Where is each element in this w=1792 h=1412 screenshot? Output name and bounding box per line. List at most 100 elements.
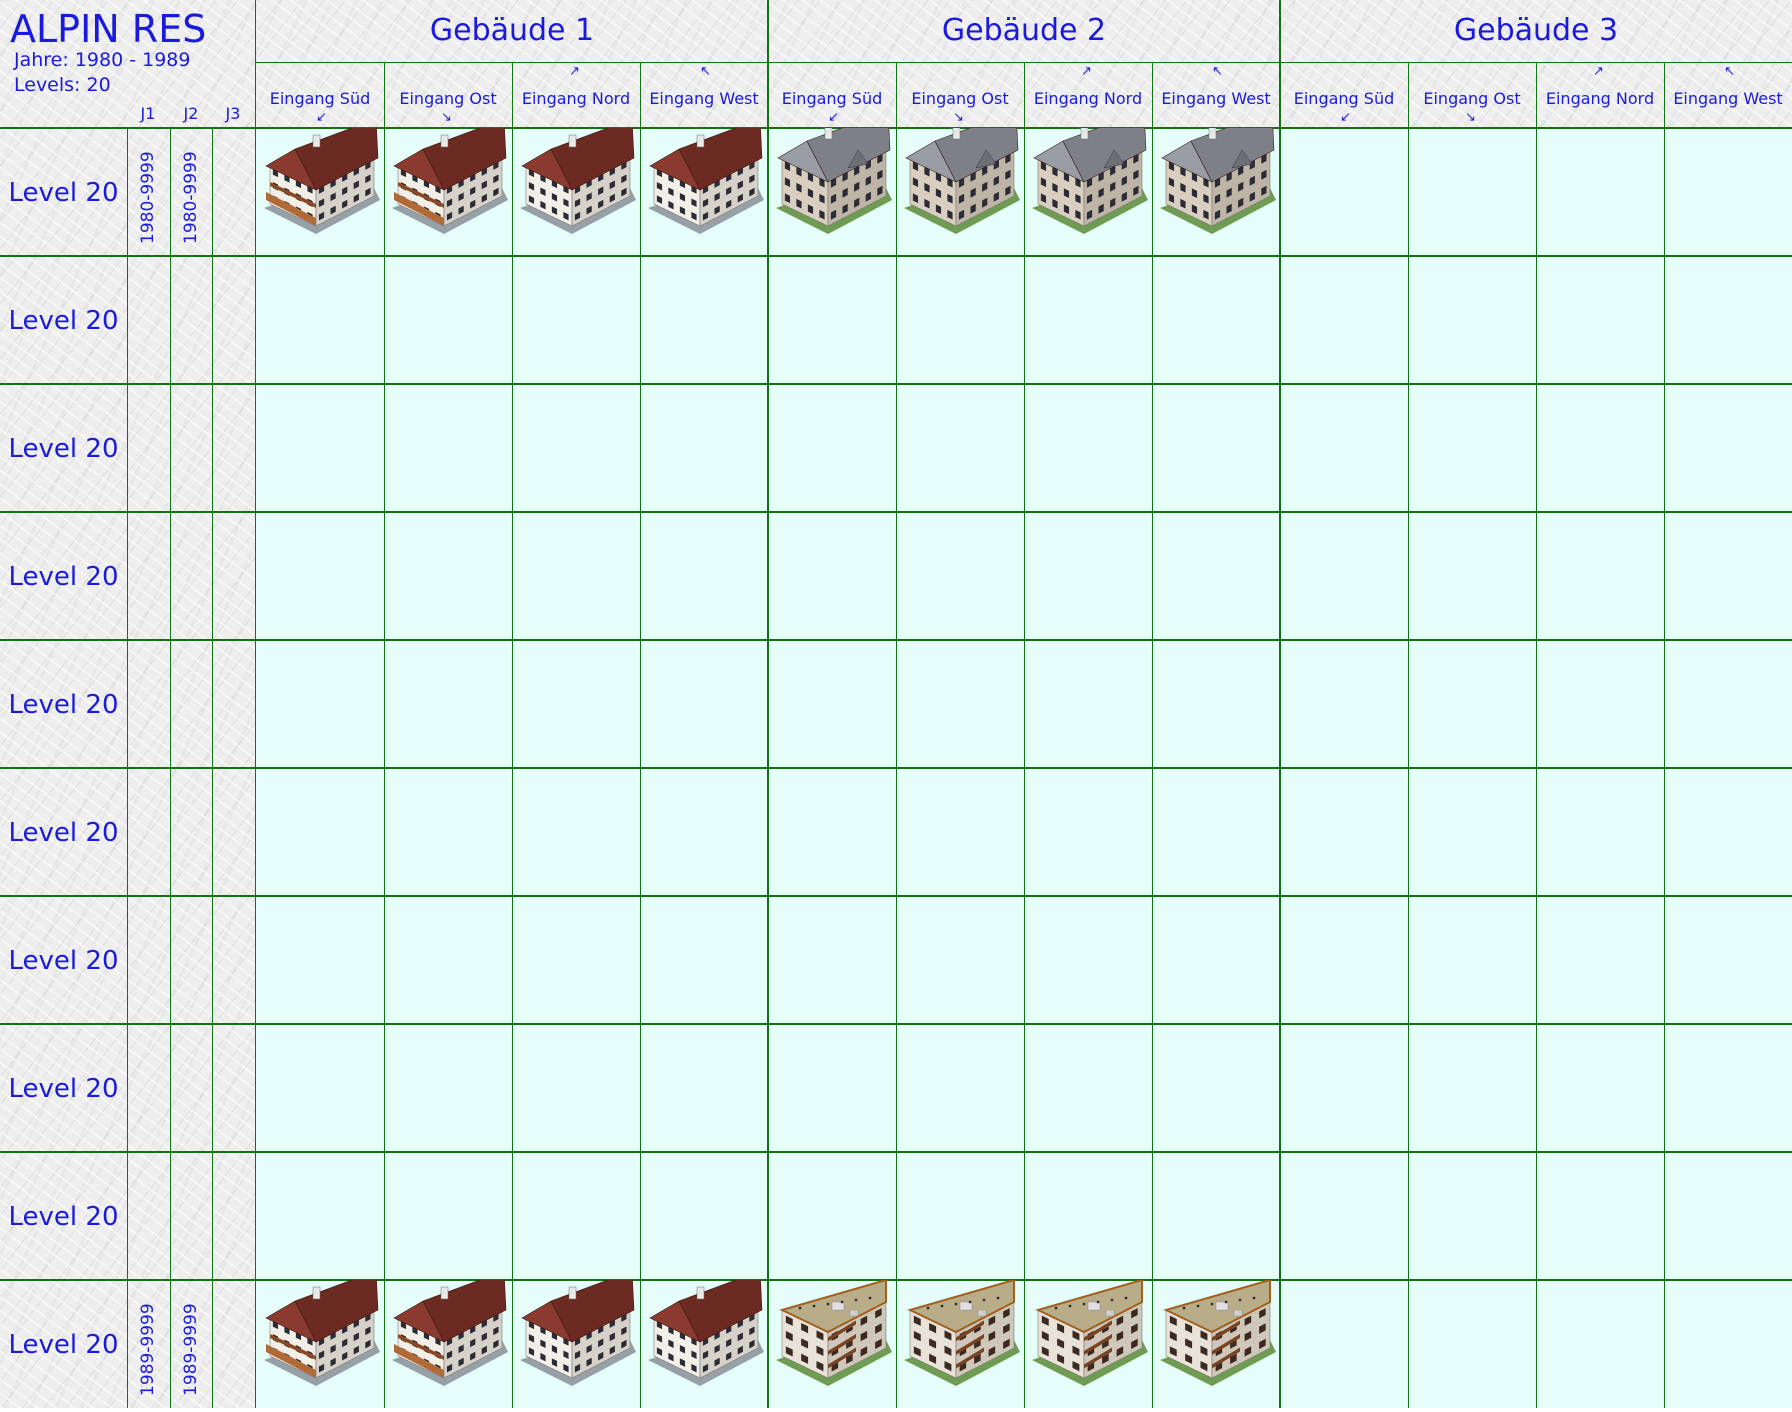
sprite-cell xyxy=(512,1152,640,1280)
sprite-cell xyxy=(384,768,512,896)
sprite-cell xyxy=(640,896,768,1024)
sprite-cell xyxy=(1024,1152,1152,1280)
building-sprite-icon xyxy=(1024,1278,1152,1408)
sprite-cell xyxy=(1152,256,1280,384)
year-range-j1: 1989-9999 xyxy=(138,1303,158,1396)
sprite-cell xyxy=(1280,1024,1408,1152)
entrance-label: Eingang Süd xyxy=(1293,89,1395,108)
building-sprite-icon xyxy=(384,1270,512,1408)
sprite-cell xyxy=(1408,384,1536,512)
sprite-cell xyxy=(256,512,384,640)
sprite-cell xyxy=(256,256,384,384)
sprite-cell xyxy=(1536,384,1664,512)
sprite-cell xyxy=(1280,256,1408,384)
sprite-cell xyxy=(1664,1280,1792,1408)
direction-arrow-icon: ↘ xyxy=(953,110,964,125)
building-sprite-icon xyxy=(1024,110,1152,256)
building-sprite-icon xyxy=(640,1270,768,1408)
building-header-3: Gebäude 3 xyxy=(1453,13,1619,48)
sprite-cell xyxy=(768,1152,896,1280)
years-range: Jahre: 1980 - 1989 xyxy=(14,49,191,71)
sprite-cell xyxy=(768,768,896,896)
sprite-cell xyxy=(1280,896,1408,1024)
year-col-j3: J3 xyxy=(225,104,241,123)
sprite-cell xyxy=(1280,640,1408,768)
sprite-cell xyxy=(384,640,512,768)
direction-arrow-icon: ↖ xyxy=(700,64,711,79)
grid-line xyxy=(1152,63,1153,1408)
grid-line xyxy=(1536,63,1537,1408)
sprite-cell xyxy=(1408,1024,1536,1152)
sprite-cell xyxy=(512,640,640,768)
sprite-cell xyxy=(1536,512,1664,640)
building-sprite-icon xyxy=(896,110,1024,256)
sprite-cell xyxy=(1536,640,1664,768)
sprite-cell xyxy=(896,1024,1024,1152)
direction-arrow-icon: ↗ xyxy=(1593,64,1604,79)
grid-line xyxy=(384,63,385,1408)
sprite-cell xyxy=(1280,1280,1408,1408)
sprite-cell xyxy=(768,512,896,640)
grid-line xyxy=(640,63,641,1408)
sprite-cell xyxy=(896,1152,1024,1280)
sprite-cell xyxy=(1536,1152,1664,1280)
sprite-cell xyxy=(256,896,384,1024)
grid-line xyxy=(512,63,513,1408)
entrance-label: Eingang Süd xyxy=(781,89,883,108)
sprite-cell xyxy=(1664,768,1792,896)
row-level-label: Level 20 xyxy=(8,178,119,208)
sprite-cell xyxy=(512,896,640,1024)
sprite-cell xyxy=(1408,1280,1536,1408)
entrance-header: Eingang Ost ↘ xyxy=(384,63,512,127)
row-level-label: Level 20 xyxy=(8,690,119,720)
sprite-cell xyxy=(384,896,512,1024)
sprite-cell xyxy=(1536,896,1664,1024)
sprite-cell xyxy=(640,256,768,384)
sprite-cell xyxy=(1664,640,1792,768)
sprite-cell xyxy=(1664,128,1792,256)
direction-arrow-icon: ↙ xyxy=(828,110,839,125)
sprite-cell xyxy=(512,768,640,896)
building-sprite-icon xyxy=(768,1278,896,1408)
sprite-cell xyxy=(896,384,1024,512)
entrance-label: Eingang West xyxy=(1161,89,1271,108)
row-level-label: Level 20 xyxy=(8,306,119,336)
sprite-cell xyxy=(640,768,768,896)
sprite-cell xyxy=(1664,512,1792,640)
sprite-cell xyxy=(1024,256,1152,384)
sprite-cell xyxy=(1408,1152,1536,1280)
sheet-title: ALPIN RES xyxy=(10,7,207,51)
row-level-label: Level 20 xyxy=(8,1074,119,1104)
sprite-cell xyxy=(1152,384,1280,512)
row-level-label: Level 20 xyxy=(8,434,119,464)
entrance-label: Eingang Süd xyxy=(269,89,371,108)
building-sprite-icon xyxy=(1152,1278,1280,1408)
entrance-header: Eingang Süd ↙ xyxy=(1280,63,1408,127)
sprite-cell xyxy=(384,384,512,512)
sprite-cell xyxy=(1024,1024,1152,1152)
row-level-label: Level 20 xyxy=(8,946,119,976)
direction-arrow-icon: ↖ xyxy=(1724,64,1735,79)
sprite-cell xyxy=(1024,512,1152,640)
entrance-header: Eingang West ↖ xyxy=(640,63,768,127)
grid-line xyxy=(1024,63,1025,1408)
building-sprite-icon xyxy=(640,118,768,256)
year-range-j1: 1980-9999 xyxy=(138,151,158,244)
sprite-cell xyxy=(384,256,512,384)
entrance-header: Eingang Nord ↗ xyxy=(1024,63,1152,127)
sprite-cell xyxy=(384,1024,512,1152)
sprite-cell xyxy=(256,768,384,896)
sprite-cell xyxy=(768,896,896,1024)
building-sprite-icon xyxy=(512,118,640,256)
sprite-cell xyxy=(896,512,1024,640)
year-range-j2: 1989-9999 xyxy=(181,1303,201,1396)
sprite-cell xyxy=(1152,896,1280,1024)
sprite-cell xyxy=(1408,896,1536,1024)
sprite-cell xyxy=(384,1152,512,1280)
year-col-j2: J2 xyxy=(183,104,199,123)
sprite-cell xyxy=(768,640,896,768)
entrance-label: Eingang Nord xyxy=(1545,89,1655,108)
sprite-cell xyxy=(512,512,640,640)
entrance-label: Eingang Ost xyxy=(1423,89,1521,108)
entrance-label: Eingang Ost xyxy=(399,89,497,108)
